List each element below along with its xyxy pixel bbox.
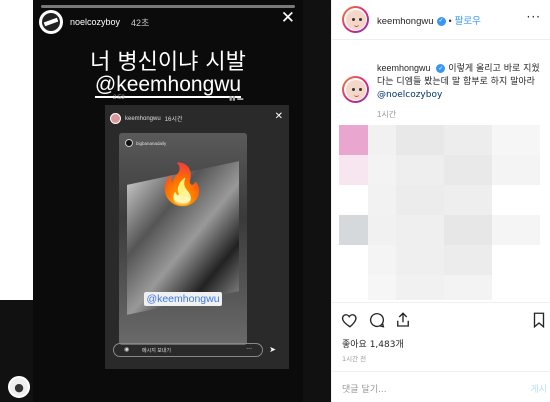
inner-close-icon: ✕ bbox=[274, 111, 283, 122]
caption-verified-icon: ✓ bbox=[436, 64, 446, 73]
comment-bar: 댓글 달기... 게시 bbox=[332, 371, 550, 402]
caption-time: 1시간 bbox=[377, 110, 397, 119]
close-icon[interactable]: ✕ bbox=[281, 10, 295, 27]
inner-mention: @keemhongwu bbox=[119, 292, 247, 306]
share-icon[interactable] bbox=[394, 311, 412, 329]
story-progress-bar bbox=[41, 5, 295, 8]
author-avatar[interactable] bbox=[342, 6, 369, 33]
story-text-mention[interactable]: @keemhongwu bbox=[33, 73, 303, 98]
options-icon[interactable]: ··· bbox=[527, 10, 541, 24]
right-edge bbox=[303, 0, 331, 402]
inner-timestamp: 16시간 bbox=[164, 117, 183, 123]
embedded-screenshot: keemhongwu 16시간 ✕ bigbananadaily 🔥 @keem… bbox=[105, 105, 289, 369]
story-viewer: noelcozyboy 42초 ✕ 너 병신이냐 시발 @keemhongwu … bbox=[33, 0, 303, 402]
comment-input[interactable]: 댓글 달기... bbox=[342, 382, 387, 395]
heart-icon[interactable] bbox=[341, 311, 359, 329]
post-comment-button[interactable]: 게시 bbox=[530, 382, 547, 395]
action-bar: 좋아요 1,483개 1시간 전 댓글 달기... 게시 bbox=[332, 302, 550, 402]
phone-status-icons: ▮▮ ▬ bbox=[229, 96, 244, 102]
bookmark-icon[interactable] bbox=[530, 311, 548, 329]
post-header: keemhongwu ✓ • 팔로우 ··· bbox=[332, 0, 550, 40]
inner-reply-placeholder: 메시지 보내기 bbox=[142, 348, 171, 354]
author-username[interactable]: keemhongwu bbox=[377, 16, 434, 27]
blurred-comments bbox=[339, 125, 540, 300]
inner-username: keemhongwu bbox=[125, 115, 161, 122]
inner-card-header: bigbananadaily bbox=[125, 139, 166, 147]
inner-reply-field: ◉ 메시지 보내기 ··· ➤ bbox=[113, 343, 276, 357]
likes-count[interactable]: 좋아요 1,483개 bbox=[342, 337, 404, 350]
inner-story-card: bigbananadaily 🔥 @keemhongwu bbox=[119, 133, 247, 345]
user-avatar-icon[interactable]: ● bbox=[8, 376, 30, 398]
caption-avatar[interactable] bbox=[342, 76, 369, 103]
caption-mention[interactable]: @noelcozyboy bbox=[377, 90, 442, 100]
camera-icon: ◉ bbox=[124, 346, 130, 353]
post-panel: keemhongwu ✓ • 팔로우 ··· keemhongwu ✓ 이렇게 올리고… bbox=[331, 0, 550, 402]
caption: keemhongwu ✓ 이렇게 올리고 바로 지웠다는 디엠들 봤는데 말 함… bbox=[377, 62, 542, 102]
phone-status-time: 2:53 bbox=[113, 95, 125, 101]
verified-badge-icon: ✓ bbox=[436, 16, 446, 26]
fire-icon: 🔥 bbox=[157, 162, 207, 208]
story-header: noelcozyboy 42초 bbox=[39, 10, 149, 34]
story-username[interactable]: noelcozyboy bbox=[70, 17, 120, 27]
story-avatar[interactable] bbox=[39, 10, 63, 34]
inner-avatar bbox=[110, 113, 121, 124]
follow-button[interactable]: 팔로우 bbox=[455, 16, 481, 27]
inner-card-avatar bbox=[125, 139, 133, 147]
inner-card-username: bigbananadaily bbox=[136, 140, 167, 146]
comment-icon[interactable] bbox=[368, 311, 386, 329]
story-text-line1: 너 병신이냐 시발 bbox=[90, 50, 246, 75]
author-line: keemhongwu ✓ • 팔로우 bbox=[377, 13, 481, 27]
inner-header: keemhongwu 16시간 bbox=[110, 113, 182, 124]
inner-mention-text: @keemhongwu bbox=[144, 292, 222, 306]
story-timestamp: 42초 bbox=[131, 17, 150, 28]
caption-username[interactable]: keemhongwu bbox=[377, 63, 431, 73]
header-separator: • bbox=[448, 16, 452, 26]
screen: ● noelcozyboy 42초 ✕ 너 병신이냐 시발 @keemhongw… bbox=[0, 0, 550, 402]
send-icon: ➤ bbox=[269, 345, 276, 354]
more-icon: ··· bbox=[246, 346, 252, 353]
post-time: 1시간 전 bbox=[342, 355, 367, 363]
